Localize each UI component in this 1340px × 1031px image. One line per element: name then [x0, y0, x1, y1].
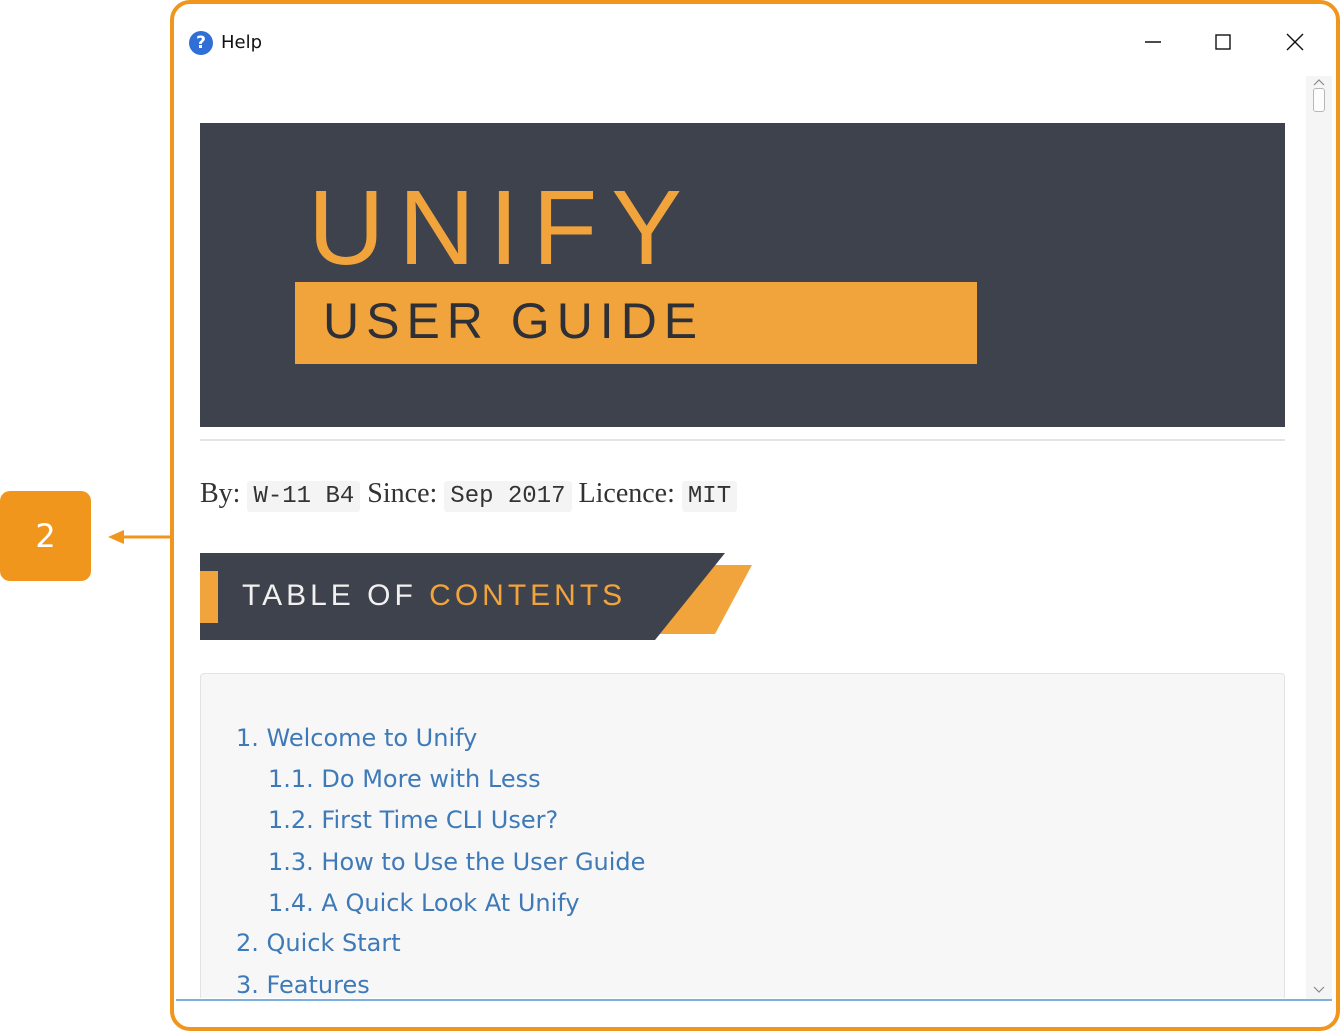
highlight-frame: [170, 0, 1340, 1031]
callout-arrow-icon: [108, 530, 174, 544]
callout-badge: 2: [0, 491, 91, 581]
